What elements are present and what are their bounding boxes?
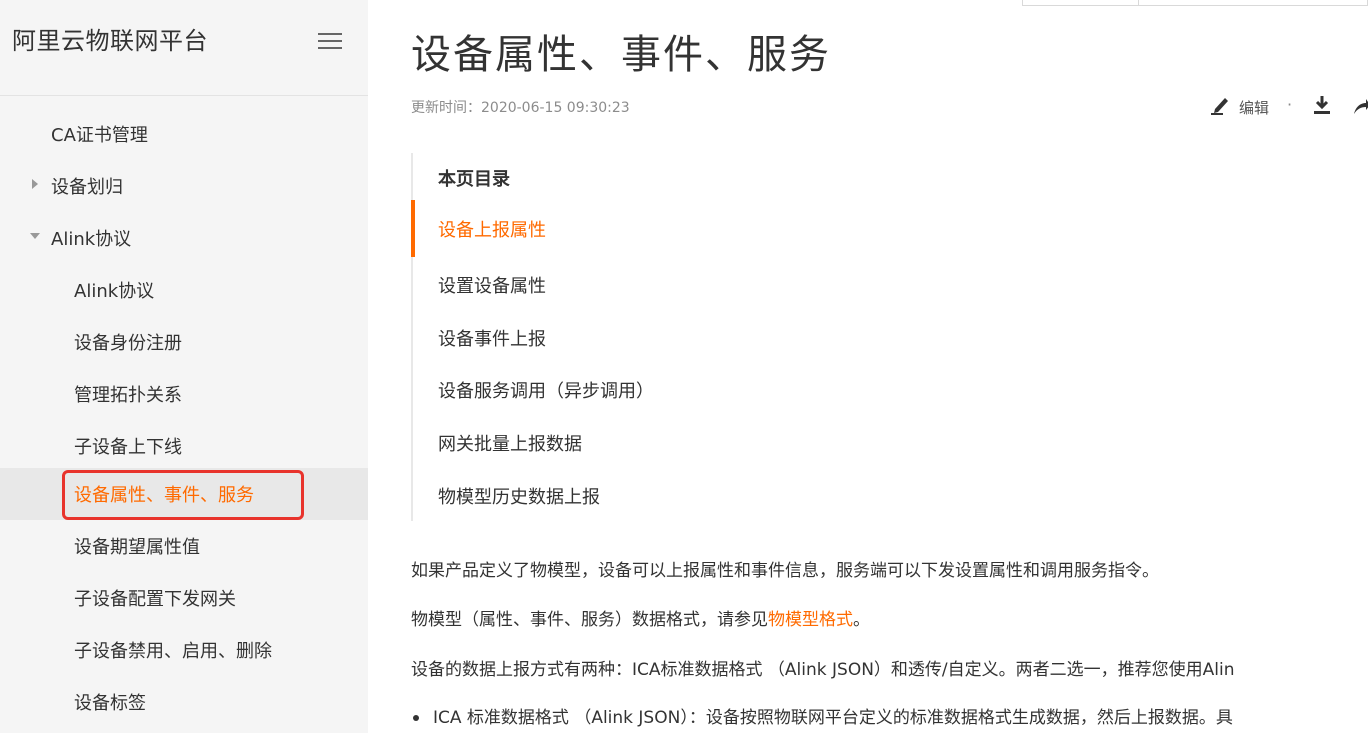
toc-active-indicator — [411, 200, 415, 257]
edit-link[interactable]: 编辑 — [1239, 97, 1269, 118]
sidebar-item-label: Alink协议 — [51, 229, 132, 250]
sidebar-item-ca-cert[interactable]: CA证书管理 — [0, 108, 368, 160]
sidebar-item-alink-protocol[interactable]: Alink协议 — [0, 264, 368, 316]
paragraph-report-modes: 设备的数据上报方式有两种：ICA标准数据格式 （Alink JSON）和透传/自… — [411, 660, 1235, 680]
sidebar-item-device-tags[interactable]: 设备标签 — [0, 676, 368, 728]
toolbar-separator: · — [1287, 95, 1293, 114]
caret-down-icon — [30, 233, 40, 239]
sidebar-item-subdevice-disable[interactable]: 子设备禁用、启用、删除 — [0, 624, 368, 676]
toc-item-invoke-services[interactable]: 设备服务调用（异步调用） — [438, 377, 654, 403]
sidebar-header: 阿里云物联网平台 — [0, 0, 368, 96]
table-of-contents: 本页目录 设备上报属性 设置设备属性 设备事件上报 设备服务调用（异步调用） 网… — [411, 153, 813, 521]
toc-item-set-properties[interactable]: 设置设备属性 — [438, 272, 546, 298]
paragraph-format-ref: 物模型（属性、事件、服务）数据格式，请参见物模型格式。 — [411, 605, 870, 630]
divider — [1138, 0, 1139, 6]
paragraph-text: 。 — [853, 610, 870, 630]
toc-item-report-events[interactable]: 设备事件上报 — [438, 325, 546, 351]
sidebar-item-label: 管理拓扑关系 — [74, 385, 182, 406]
sidebar-item-topology[interactable]: 管理拓扑关系 — [0, 368, 368, 420]
toc-title: 本页目录 — [438, 169, 510, 190]
sidebar-item-label: 设备划归 — [51, 177, 123, 198]
sidebar-item-desired-properties[interactable]: 设备期望属性值 — [0, 520, 368, 572]
edit-pen-icon[interactable] — [1210, 95, 1232, 119]
sidebar-item-label: 子设备上下线 — [74, 437, 182, 458]
paragraph-intro: 如果产品定义了物模型，设备可以上报属性和事件信息，服务端可以下发设置属性和调用服… — [411, 561, 1159, 581]
sidebar-item-label: 设备期望属性值 — [74, 537, 200, 558]
caret-right-icon — [32, 179, 38, 189]
paragraph-text: 物模型（属性、事件、服务）数据格式，请参见 — [411, 610, 768, 630]
sidebar-item-label: 子设备配置下发网关 — [74, 589, 236, 610]
toc-item-gateway-batch[interactable]: 网关批量上报数据 — [438, 430, 582, 456]
page-title: 设备属性、事件、服务 — [411, 32, 831, 78]
product-title[interactable]: 阿里云物联网平台 — [12, 21, 208, 56]
top-search-bar-fragment[interactable] — [1022, 0, 1368, 6]
sidebar-item-label: 设备标签 — [74, 693, 146, 714]
toc-item-report-properties[interactable]: 设备上报属性 — [438, 216, 546, 242]
sidebar-item-label: Alink协议 — [74, 281, 155, 302]
sidebar: 阿里云物联网平台 CA证书管理 设备划归 Alink协议 Alink协议 设备身 — [0, 0, 368, 733]
sidebar-item-label: 设备属性、事件、服务 — [74, 485, 254, 506]
sidebar-item-properties-events-services[interactable]: 设备属性、事件、服务 — [0, 468, 368, 520]
update-time: 更新时间：2020-06-15 09:30:23 — [411, 100, 630, 116]
bullet-ica-format: ICA 标准数据格式 （Alink JSON）：设备按照物联网平台定义的标准数据… — [433, 708, 1233, 728]
bullet-marker — [413, 715, 419, 721]
share-icon[interactable] — [1352, 96, 1368, 120]
sidebar-item-device-assign[interactable]: 设备划归 — [0, 160, 368, 212]
sidebar-item-subdevice-config[interactable]: 子设备配置下发网关 — [0, 572, 368, 624]
sidebar-item-label: 子设备禁用、启用、删除 — [74, 641, 272, 662]
sidebar-item-device-identity[interactable]: 设备身份注册 — [0, 316, 368, 368]
hamburger-menu-icon[interactable] — [318, 31, 342, 51]
sidebar-item-label: 设备身份注册 — [74, 333, 182, 354]
download-icon[interactable] — [1312, 95, 1332, 119]
sidebar-item-label: CA证书管理 — [51, 125, 148, 146]
toc-item-history-report[interactable]: 物模型历史数据上报 — [438, 483, 600, 509]
doc-page: 阿里云物联网平台 CA证书管理 设备划归 Alink协议 Alink协议 设备身 — [0, 0, 1368, 733]
sidebar-item-alink-group[interactable]: Alink协议 — [0, 212, 368, 264]
tsl-format-link[interactable]: 物模型格式 — [768, 610, 853, 630]
sidebar-item-subdevice-online[interactable]: 子设备上下线 — [0, 420, 368, 472]
